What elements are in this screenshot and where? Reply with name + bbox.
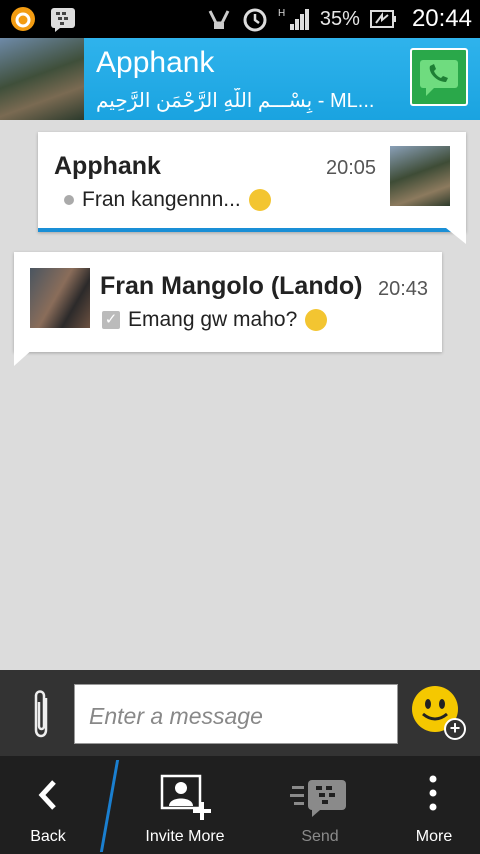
message-text: Emang gw maho?: [128, 308, 298, 331]
back-arrow-icon: [38, 780, 56, 810]
voice-call-button[interactable]: [410, 48, 468, 106]
message-row: ✓ Emang gw maho?: [102, 308, 328, 332]
message-sender: Fran Mangolo (Lando): [100, 272, 363, 300]
svg-text:H: H: [278, 8, 285, 19]
message-text: Fran kangennn...: [82, 188, 241, 211]
confused-emoticon-icon: [305, 309, 328, 331]
message-sender: Apphank: [54, 152, 161, 180]
clock: 20:44: [411, 5, 472, 32]
send-button[interactable]: Send: [268, 756, 372, 854]
action-bar: Back Invite More Send More: [0, 756, 480, 854]
invite-contact-icon: [160, 774, 211, 820]
status-bar: H 35% 20:44: [0, 0, 480, 38]
add-emoticon-icon[interactable]: +: [444, 718, 466, 740]
back-label: Back: [30, 828, 66, 845]
contact-status: بِسْـــمِ اللّهِ الرَّحْمَنِ الرَّحِيم -…: [96, 90, 375, 112]
overflow-menu-icon: [429, 775, 437, 811]
battery-icon: [369, 10, 396, 28]
bubble-tail: [446, 228, 466, 244]
attach-icon[interactable]: [30, 688, 52, 742]
bbm-notification-icon: [51, 8, 75, 32]
invite-more-button[interactable]: Invite More: [130, 756, 240, 854]
more-button[interactable]: More: [392, 756, 476, 854]
phone-icon: [420, 60, 458, 96]
unread-dot-icon: [64, 195, 74, 205]
message-time: 20:43: [378, 278, 429, 300]
sender-avatar[interactable]: [390, 146, 450, 206]
divider: [99, 760, 120, 852]
more-label: More: [415, 828, 453, 845]
message-time: 20:05: [326, 157, 377, 179]
sender-avatar[interactable]: [30, 268, 90, 328]
battery-percent: 35%: [319, 7, 360, 30]
signal-icon: H: [278, 8, 309, 30]
bubble-tail: [14, 348, 34, 366]
contact-name[interactable]: Apphank: [96, 46, 214, 80]
delivered-check-icon: ✓: [102, 311, 120, 329]
notification-app-icon: [11, 7, 35, 31]
message-input[interactable]: Enter a message: [74, 684, 398, 744]
send-icon: [290, 780, 346, 817]
invite-more-label: Invite More: [145, 828, 225, 845]
contact-avatar[interactable]: [0, 38, 84, 120]
vibrate-icon: [208, 10, 230, 29]
compose-bar: Enter a message +: [0, 670, 480, 756]
chat-header: Apphank بِسْـــمِ اللّهِ الرَّحْمَنِ الر…: [0, 38, 480, 120]
hug-emoticon-icon: [248, 189, 271, 211]
back-button[interactable]: Back: [0, 756, 96, 854]
alarm-icon: [243, 8, 267, 32]
send-label: Send: [301, 828, 339, 845]
message-row: Fran kangennn...: [64, 188, 271, 212]
